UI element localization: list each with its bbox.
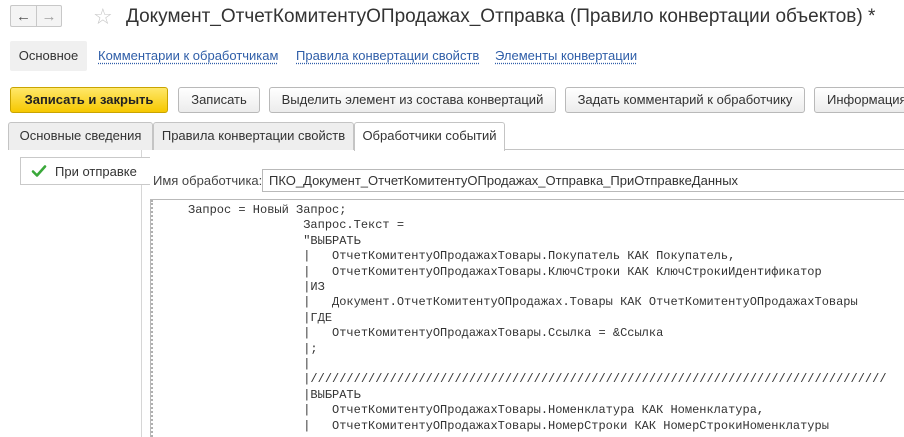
- back-button[interactable]: ←: [10, 5, 36, 27]
- arrow-right-icon: →: [41, 7, 57, 25]
- event-item-label: При отправке: [55, 163, 137, 179]
- nav-main[interactable]: Основное: [10, 41, 87, 71]
- favorite-star-icon[interactable]: ☆: [93, 4, 113, 30]
- code-gutter: [151, 200, 156, 437]
- form-tabs: Основные сведения Правила конвертации св…: [0, 122, 904, 151]
- code-editor[interactable]: Запрос = Новый Запрос; Запрос.Текст = "В…: [150, 199, 904, 437]
- info-button[interactable]: Информация: [814, 87, 904, 113]
- panel-navigation: Основное Комментарии к обработчикам Прав…: [0, 39, 904, 75]
- tab-property-rules[interactable]: Правила конвертации свойств: [153, 122, 354, 150]
- forward-button[interactable]: →: [36, 5, 62, 27]
- nav-conversion-elements[interactable]: Элементы конвертации: [495, 41, 637, 71]
- event-item-on-send[interactable]: При отправке: [20, 157, 150, 185]
- select-conversion-element-button[interactable]: Выделить элемент из состава конвертаций: [269, 87, 556, 113]
- nav-property-rules[interactable]: Правила конвертации свойств: [296, 41, 479, 71]
- check-icon: [31, 165, 47, 177]
- nav-handler-comments[interactable]: Комментарии к обработчикам: [98, 41, 278, 71]
- handler-name-label: Имя обработчика:: [153, 173, 263, 188]
- event-list: При отправке: [8, 150, 150, 437]
- handler-name-field[interactable]: ПКО_Документ_ОтчетКомитентуОПродажах_Отп…: [262, 169, 904, 192]
- window-title: Документ_ОтчетКомитентуОПродажах_Отправк…: [126, 6, 876, 27]
- tab-basic-info[interactable]: Основные сведения: [8, 122, 153, 150]
- title-bar: ← → ☆ Документ_ОтчетКомитентуОПродажах_О…: [0, 0, 904, 36]
- code-text[interactable]: Запрос = Новый Запрос; Запрос.Текст = "В…: [188, 203, 887, 434]
- tab-event-handlers[interactable]: Обработчики событий: [354, 122, 505, 151]
- save-button[interactable]: Записать: [178, 87, 260, 113]
- save-and-close-button[interactable]: Записать и закрыть: [10, 87, 168, 113]
- arrow-left-icon: ←: [16, 7, 31, 25]
- set-handler-comment-button[interactable]: Задать комментарий к обработчику: [565, 87, 805, 113]
- command-bar: Записать и закрыть Записать Выделить эле…: [0, 85, 904, 115]
